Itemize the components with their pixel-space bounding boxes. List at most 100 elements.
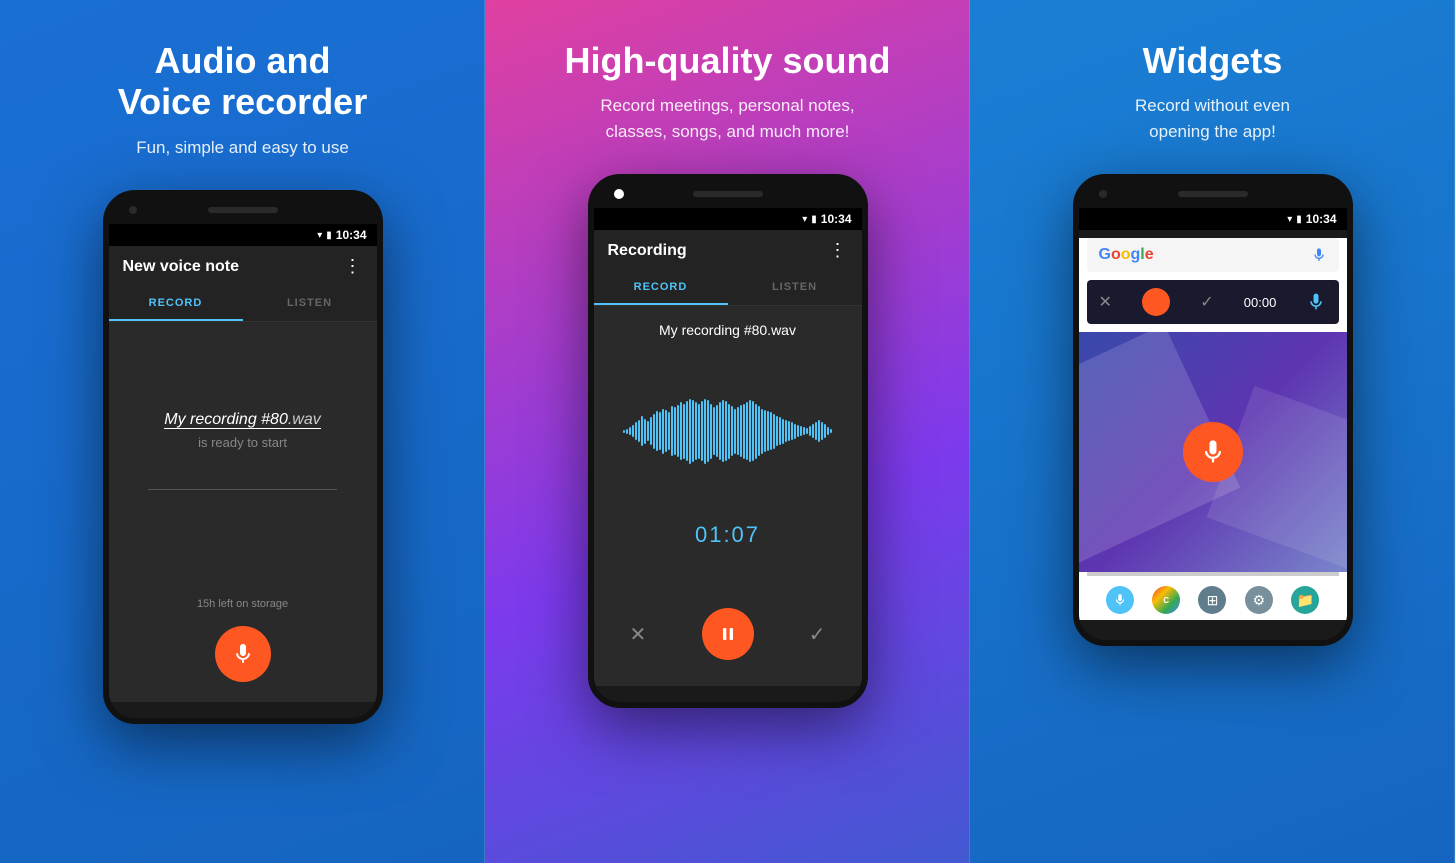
tab-record-middle[interactable]: RECORD [594, 271, 728, 305]
waveform-bar [710, 404, 712, 459]
waveform-bar [755, 404, 757, 459]
waveform-bar [725, 401, 727, 461]
widget-check-icon[interactable]: ✓ [1200, 292, 1213, 312]
wallpaper-area [1079, 332, 1347, 572]
waveform-bar [785, 420, 787, 442]
battery-icon-right: ▮ [1296, 214, 1302, 225]
waveform-bar [779, 417, 781, 445]
status-bar-right: ▾ ▮ 10:34 [1079, 208, 1347, 230]
time-left: 10:34 [336, 228, 367, 242]
waveform-bar [701, 401, 703, 461]
dock-chrome-icon[interactable]: C [1152, 586, 1180, 614]
speaker-middle [693, 191, 763, 197]
waveform-bar [797, 425, 799, 437]
pause-button-middle[interactable] [702, 608, 754, 660]
tabs-bar-left: RECORD LISTEN [109, 287, 377, 322]
camera-right [1099, 190, 1107, 198]
widget-mic-fab[interactable] [1183, 422, 1243, 482]
waveform-bar [809, 426, 811, 436]
panel-middle: High-quality sound Record meetings, pers… [485, 0, 970, 863]
waveform-bar [830, 429, 832, 433]
google-logo: Google [1099, 246, 1154, 264]
panel-middle-title: High-quality sound [565, 40, 891, 81]
status-bar-left: ▾ ▮ 10:34 [109, 224, 377, 246]
waveform-bar [677, 405, 679, 457]
dock-mic-icon[interactable] [1106, 586, 1134, 614]
waveform-bar [800, 426, 802, 436]
waveform-bar [815, 422, 817, 440]
phone-bottom-right [1079, 624, 1347, 640]
menu-dots-middle[interactable]: ⋮ [829, 240, 848, 261]
waveform-bar [773, 414, 775, 449]
waveform-bar [674, 407, 676, 455]
speaker-left [208, 207, 278, 213]
waveform-bar [719, 402, 721, 460]
app-bar-left: New voice note ⋮ [109, 246, 377, 287]
panel-middle-subtitle: Record meetings, personal notes,classes,… [600, 93, 854, 144]
phone-top-bar-right [1079, 180, 1347, 208]
waveform-bar [824, 424, 826, 438]
battery-icon-middle: ▮ [811, 214, 817, 225]
waveform-bar [788, 421, 790, 441]
waveform-bar [749, 400, 751, 462]
waveform-bar [764, 410, 766, 452]
dock-folder-icon[interactable]: 📁 [1291, 586, 1319, 614]
camera-left [129, 206, 137, 214]
tab-record-left[interactable]: RECORD [109, 287, 243, 321]
waveform-bar [698, 404, 700, 459]
waveform-bar [641, 416, 643, 446]
waveform-bar [776, 416, 778, 446]
tabs-bar-middle: RECORD LISTEN [594, 271, 862, 306]
record-button-left[interactable] [215, 626, 271, 682]
waveform-bar [680, 402, 682, 460]
recording-name-middle: My recording #80.wav [659, 322, 796, 338]
waveform-bar [695, 402, 697, 460]
waveform-bar [713, 407, 715, 455]
waveform-bar [704, 399, 706, 464]
dock-settings-icon[interactable]: ⚙ [1245, 586, 1273, 614]
panel-left-title: Audio and Voice recorder [118, 40, 367, 123]
waveform-bar [638, 420, 640, 442]
waveform-bar [728, 404, 730, 459]
speaker-right [1178, 191, 1248, 197]
waveform-bar [653, 414, 655, 449]
phone-top-bar-middle [594, 180, 862, 208]
phone-left: ▾ ▮ 10:34 New voice note ⋮ RECORD LISTEN… [103, 190, 383, 724]
waveform-bar [644, 419, 646, 444]
waveform-bar [626, 429, 628, 434]
bottom-controls-middle: ✕ ✓ [610, 598, 846, 670]
waveform-bar [803, 427, 805, 435]
waveform-bar [629, 427, 631, 435]
waveform-bar [659, 412, 661, 450]
waveform-bar [821, 422, 823, 440]
voice-search-icon [1311, 247, 1327, 263]
waveform-bar [794, 424, 796, 439]
panel-right-subtitle: Record without evenopening the app! [1135, 93, 1290, 144]
waveform-bar [791, 422, 793, 440]
waveform-bar [758, 406, 760, 456]
widget-rec-dot[interactable] [1142, 288, 1170, 316]
google-search-bar[interactable]: Google [1087, 238, 1339, 272]
waveform-bar [740, 405, 742, 457]
waveform-bar [752, 401, 754, 461]
waveform-bar [650, 417, 652, 445]
waveform-bar [812, 424, 814, 438]
camera-middle [614, 189, 624, 199]
waveform-bar [737, 407, 739, 455]
waveform-bar [761, 409, 763, 454]
menu-dots-left[interactable]: ⋮ [344, 256, 363, 277]
waveform-bar [689, 399, 691, 464]
cancel-btn-middle[interactable]: ✕ [630, 622, 647, 647]
widget-close-icon[interactable]: ✕ [1099, 292, 1112, 312]
dock-apps-icon[interactable]: ⊞ [1198, 586, 1226, 614]
tab-listen-left[interactable]: LISTEN [243, 287, 377, 321]
panel-left: Audio and Voice recorder Fun, simple and… [0, 0, 485, 863]
waveform-bar [662, 409, 664, 454]
panel-left-subtitle: Fun, simple and easy to use [136, 135, 349, 161]
tab-listen-middle[interactable]: LISTEN [728, 271, 862, 305]
app-bar-middle: Recording ⋮ [594, 230, 862, 271]
dock-bar: C ⊞ ⚙ 📁 [1087, 580, 1339, 620]
confirm-btn-middle[interactable]: ✓ [809, 622, 826, 647]
waveform-bar [656, 411, 658, 451]
waveform-bar [734, 409, 736, 454]
